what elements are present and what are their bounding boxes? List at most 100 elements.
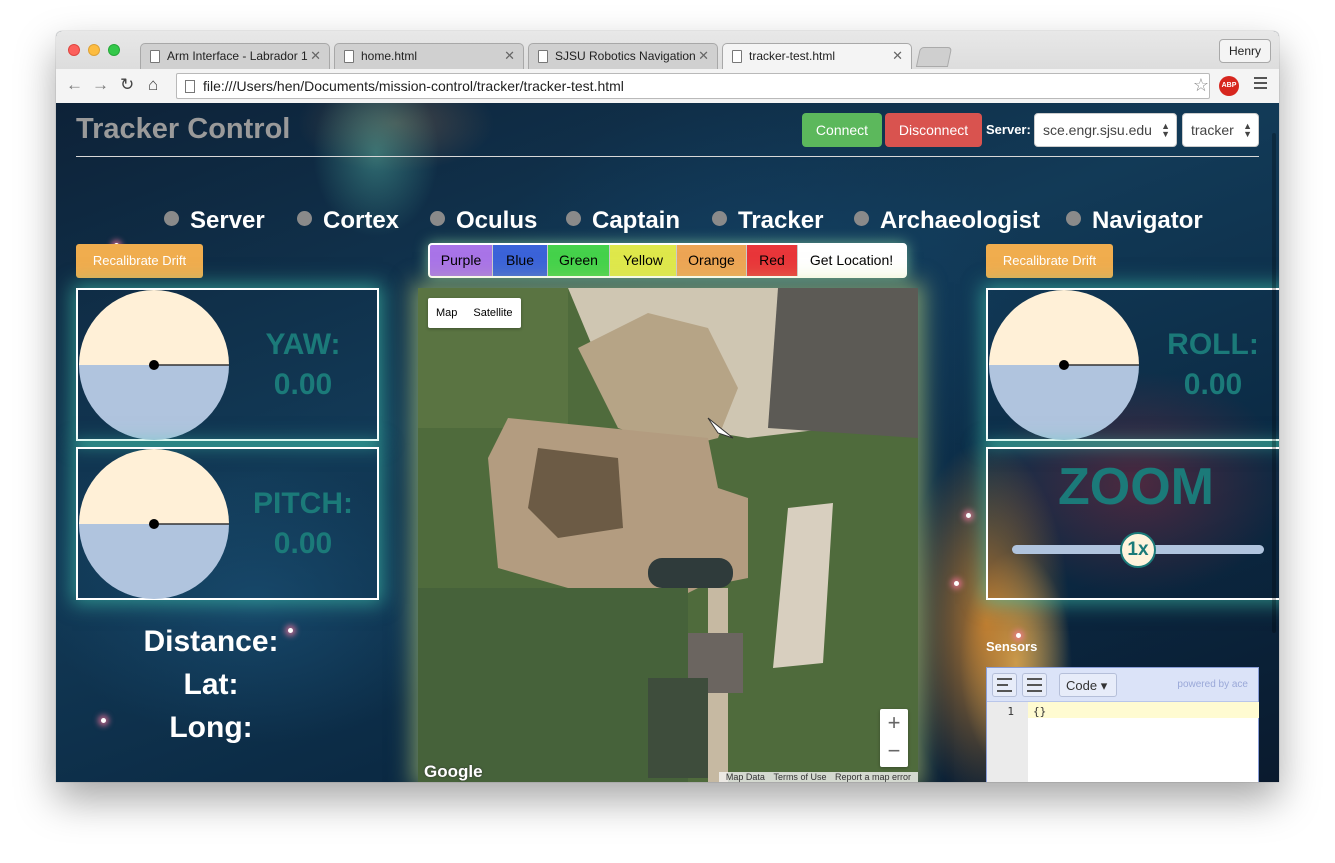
tab-navigation[interactable]: SJSU Robotics Navigation ✕ [528, 43, 718, 69]
zoom-in-button[interactable]: + [880, 709, 908, 737]
pitch-label: PITCH: [253, 487, 353, 520]
status-server: Server [164, 207, 265, 235]
map-type-control: Map Satellite [428, 298, 521, 328]
disconnect-button[interactable]: Disconnect [885, 113, 982, 147]
zoom-title: ZOOM [1058, 458, 1214, 516]
status-archaeologist: Archaeologist [854, 207, 1040, 235]
terms-of-use-link[interactable]: Terms of Use [773, 772, 826, 782]
zoom-panel: ZOOM 1x [986, 447, 1279, 600]
tab-arm-interface[interactable]: Arm Interface - Labrador 1 ✕ [140, 43, 330, 69]
pitch-dial [79, 449, 229, 599]
compact-icon[interactable] [1022, 673, 1047, 697]
new-tab-button[interactable] [915, 47, 953, 67]
status-tracker: Tracker [712, 207, 823, 235]
close-icon[interactable]: ✕ [698, 48, 709, 64]
editor-toolbar: Code ▾ powered by ace [987, 668, 1258, 702]
back-arrow-icon[interactable]: ← [66, 76, 83, 94]
yaw-dial [79, 290, 229, 440]
server-select[interactable]: sce.engr.sjsu.edu ▲ ▼ [1034, 113, 1177, 147]
color-selector: Purple Blue Green Yellow Orange Red Get … [428, 243, 907, 278]
select-arrows-icon: ▲ ▼ [1243, 121, 1252, 139]
menu-icon[interactable] [1254, 77, 1267, 92]
url-text: file:///Users/hen/Documents/mission-cont… [203, 78, 624, 94]
roll-label: ROLL: [1167, 328, 1259, 361]
satellite-imagery [418, 288, 918, 782]
tab-title: tracker-test.html [749, 49, 836, 63]
color-green-button[interactable]: Green [548, 245, 610, 276]
zoom-slider-handle[interactable]: 1x [1120, 532, 1156, 568]
page-icon [344, 50, 354, 63]
page-title: Tracker Control [76, 113, 291, 145]
node-select[interactable]: tracker ▲ ▼ [1182, 113, 1259, 147]
yaw-gauge-panel: YAW: 0.00 [76, 288, 379, 441]
tracker-page: Tracker Control Connect Disconnect Serve… [56, 103, 1279, 782]
status-navigator: Navigator [1066, 207, 1203, 235]
forward-arrow-icon[interactable]: → [92, 76, 109, 94]
google-logo: Google [424, 762, 483, 781]
color-red-button[interactable]: Red [747, 245, 798, 276]
color-purple-button[interactable]: Purple [430, 245, 493, 276]
adblock-icon[interactable]: ABP [1219, 76, 1239, 96]
node-select-value: tracker [1191, 122, 1234, 138]
editor-code-line[interactable]: {} [1028, 702, 1259, 718]
page-icon [538, 50, 548, 63]
format-icon[interactable] [992, 673, 1017, 697]
close-icon[interactable]: ✕ [504, 48, 515, 64]
roll-value: 0.00 [1183, 368, 1243, 401]
satellite-map[interactable]: Map Satellite + − Google Map Data Terms … [418, 288, 918, 782]
editor-gutter: 1 [987, 702, 1028, 782]
page-scrollbar[interactable] [1272, 133, 1276, 633]
close-window-button[interactable] [68, 44, 80, 56]
profile-button[interactable]: Henry [1218, 39, 1271, 63]
status-cortex: Cortex [297, 207, 399, 235]
bookmark-star-icon[interactable]: ☆ [1193, 75, 1209, 96]
roll-gauge-panel: ROLL: 0.00 [986, 288, 1279, 441]
tab-tracker-test[interactable]: tracker-test.html ✕ [722, 43, 912, 70]
tab-title: SJSU Robotics Navigation [555, 49, 696, 63]
powered-by-ace-link[interactable]: powered by ace [1177, 679, 1248, 690]
recalibrate-drift-left-button[interactable]: Recalibrate Drift [76, 244, 203, 278]
close-icon[interactable]: ✕ [310, 48, 321, 64]
color-blue-button[interactable]: Blue [493, 245, 548, 276]
sensors-json-editor[interactable]: Code ▾ powered by ace 1 {} [986, 667, 1259, 782]
tab-title: home.html [361, 49, 418, 63]
header-divider [76, 156, 1259, 157]
zoom-out-button[interactable]: − [880, 737, 908, 765]
pitch-value: 0.00 [273, 527, 333, 560]
longitude-label: Long: [169, 711, 253, 744]
star-decoration [954, 581, 959, 586]
address-bar[interactable]: file:///Users/hen/Documents/mission-cont… [176, 73, 1210, 99]
status-dot-icon [297, 211, 312, 226]
map-data-link[interactable]: Map Data [726, 772, 765, 782]
report-map-error-link[interactable]: Report a map error [835, 772, 911, 782]
color-orange-button[interactable]: Orange [677, 245, 747, 276]
sensors-label: Sensors [986, 639, 1038, 654]
map-type-map-button[interactable]: Map [428, 298, 465, 328]
status-dot-icon [1066, 211, 1081, 226]
status-oculus: Oculus [430, 207, 537, 235]
yaw-value: 0.00 [273, 368, 333, 401]
editor-mode-select[interactable]: Code ▾ [1059, 673, 1117, 697]
select-arrows-icon: ▲ ▼ [1161, 121, 1170, 139]
home-icon[interactable]: ⌂ [148, 76, 158, 94]
status-captain: Captain [566, 207, 680, 235]
map-zoom-control: + − [880, 709, 908, 767]
distance-label: Distance: [143, 625, 279, 658]
yaw-label: YAW: [265, 328, 341, 361]
recalibrate-drift-right-button[interactable]: Recalibrate Drift [986, 244, 1113, 278]
map-footer: Map Data Terms of Use Report a map error [718, 772, 918, 782]
status-dot-icon [430, 211, 445, 226]
page-icon [185, 80, 195, 93]
connect-button[interactable]: Connect [802, 113, 882, 147]
tab-home[interactable]: home.html ✕ [334, 43, 524, 69]
maximize-window-button[interactable] [108, 44, 120, 56]
map-type-satellite-button[interactable]: Satellite [465, 298, 520, 328]
reload-icon[interactable]: ↻ [120, 76, 134, 94]
get-location-button[interactable]: Get Location! [798, 245, 905, 276]
close-icon[interactable]: ✕ [892, 48, 903, 64]
pitch-gauge-panel: PITCH: 0.00 [76, 447, 379, 600]
server-select-value: sce.engr.sjsu.edu [1043, 122, 1152, 138]
browser-toolbar: ← → ↻ ⌂ file:///Users/hen/Documents/miss… [56, 69, 1279, 103]
color-yellow-button[interactable]: Yellow [610, 245, 677, 276]
minimize-window-button[interactable] [88, 44, 100, 56]
